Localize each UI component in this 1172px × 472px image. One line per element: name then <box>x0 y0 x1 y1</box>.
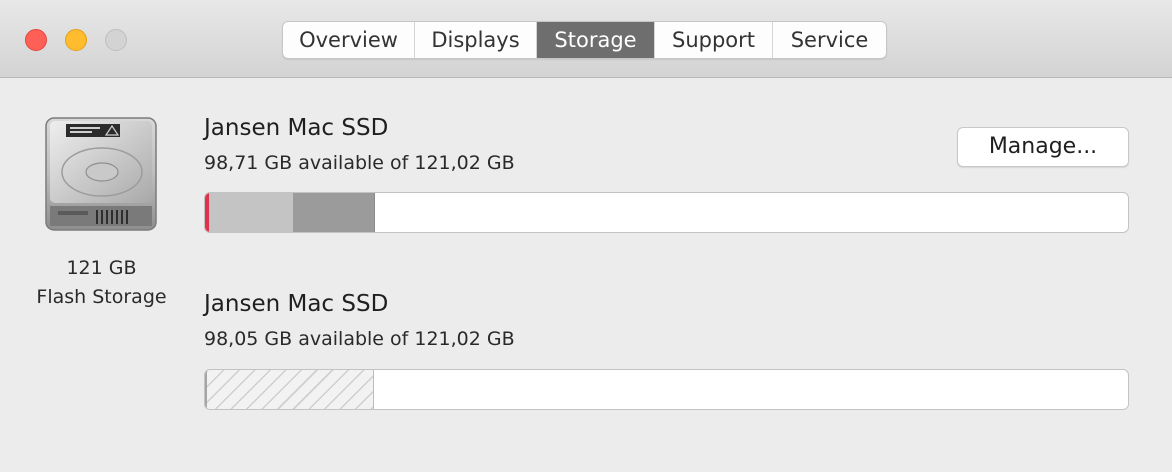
usage-segment-calculating <box>207 370 374 409</box>
tab-displays[interactable]: Displays <box>415 22 537 58</box>
manage-button[interactable]: Manage... <box>957 127 1129 167</box>
storage-usage-bar <box>204 192 1129 233</box>
usage-segment-system <box>209 193 293 232</box>
volume-name: Jansen Mac SSD <box>204 291 389 317</box>
about-this-mac-window: Overview Displays Storage Support Servic… <box>0 0 1172 472</box>
tab-bar: Overview Displays Storage Support Servic… <box>282 21 887 59</box>
tab-support[interactable]: Support <box>655 22 773 58</box>
tab-overview[interactable]: Overview <box>283 22 415 58</box>
volume-availability: 98,71 GB available of 121,02 GB <box>204 152 515 174</box>
title-bar: Overview Displays Storage Support Servic… <box>0 0 1172 78</box>
tab-service[interactable]: Service <box>773 22 886 58</box>
volume-availability: 98,05 GB available of 121,02 GB <box>204 328 515 350</box>
hard-drive-icon <box>44 116 158 234</box>
volume-name: Jansen Mac SSD <box>204 115 389 141</box>
zoom-window-button[interactable] <box>105 29 127 51</box>
disk-size-label: 121 GB <box>66 257 137 279</box>
storage-usage-bar <box>204 369 1129 410</box>
close-window-button[interactable] <box>25 29 47 51</box>
disk-caption: 121 GB Flash Storage <box>0 254 203 312</box>
minimize-window-button[interactable] <box>65 29 87 51</box>
usage-segment-other <box>293 193 375 232</box>
tab-storage[interactable]: Storage <box>537 22 655 58</box>
disk-type-label: Flash Storage <box>36 286 167 308</box>
